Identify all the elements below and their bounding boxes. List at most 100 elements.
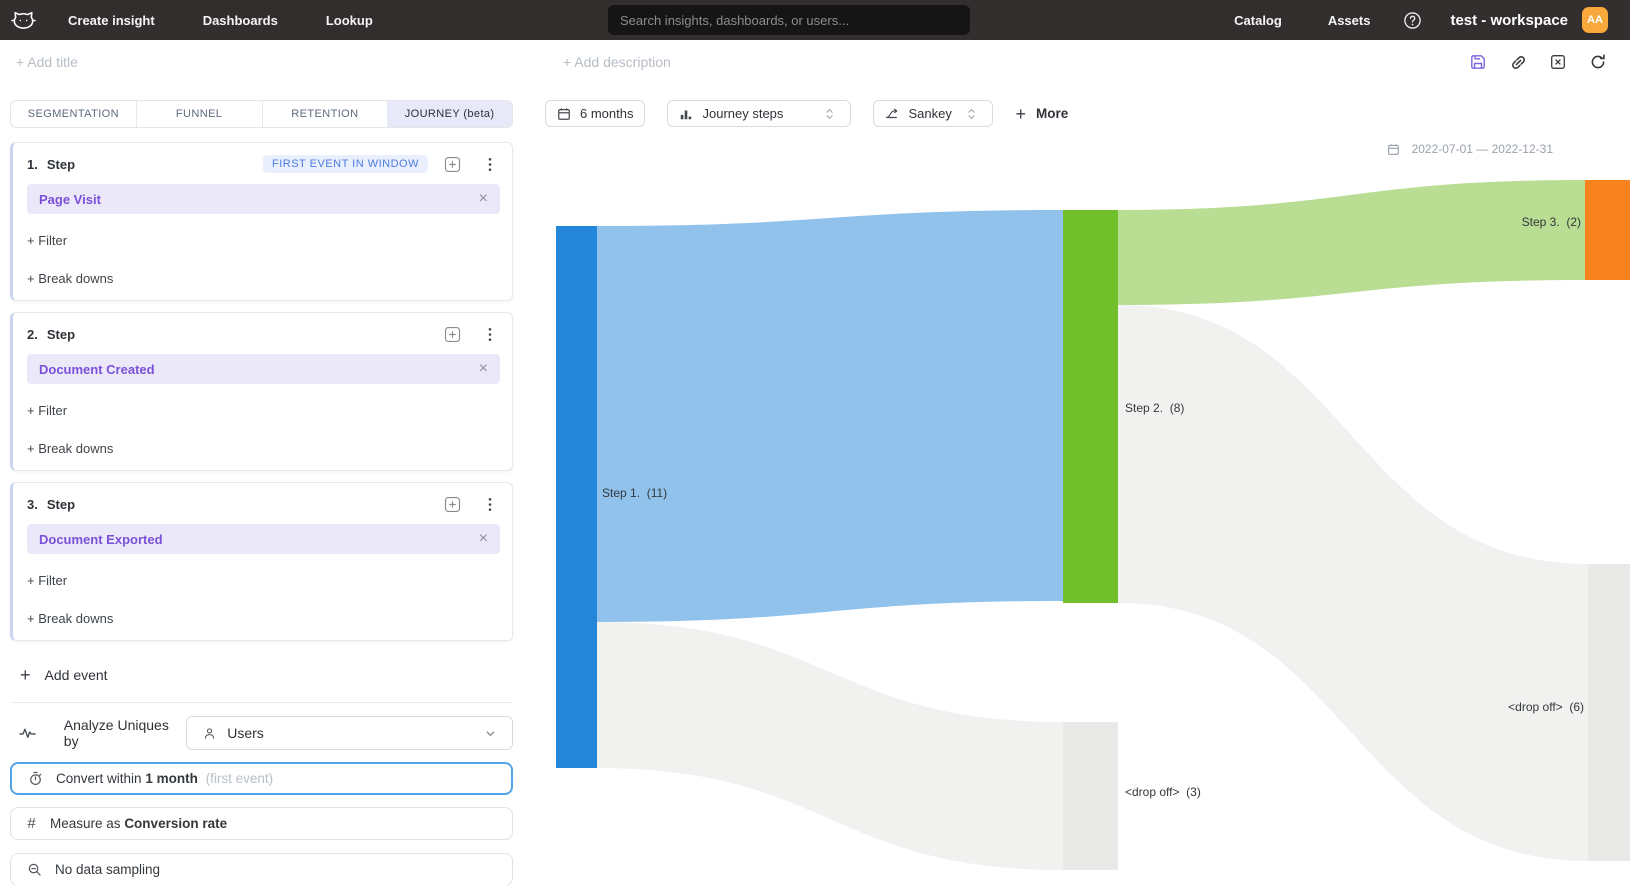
select-stepper-icon	[961, 104, 981, 124]
conversion-window-setting[interactable]: Convert within 1 month (first event)	[10, 762, 513, 795]
chart-type-value: Journey steps	[702, 106, 783, 121]
add-description-field[interactable]: + Add description	[563, 54, 671, 70]
analyze-by-select[interactable]: Users	[186, 716, 513, 750]
measure-as-setting[interactable]: # Measure as Conversion rate	[10, 807, 513, 840]
help-icon[interactable]	[1402, 10, 1422, 30]
sankey-node-step3[interactable]	[1585, 180, 1630, 280]
nav-catalog[interactable]: Catalog	[1234, 13, 1282, 28]
convert-within-value: 1 month	[145, 771, 198, 786]
tab-funnel[interactable]: FUNNEL	[136, 101, 262, 127]
node-label-step3: Step 3. (2)	[1522, 215, 1581, 229]
add-event-to-step-icon[interactable]	[442, 154, 462, 174]
plus-icon: +	[20, 666, 31, 684]
analyze-row: Analyze Uniques by Users	[10, 716, 513, 750]
step-title: Step	[47, 327, 75, 342]
step-menu-kebab-icon[interactable]	[480, 324, 500, 344]
flow-step1-to-dropoff	[597, 622, 1063, 870]
event-pill[interactable]: Document Created ×	[27, 354, 500, 384]
flow-step2-to-dropoff	[1118, 305, 1588, 861]
add-event-button[interactable]: + Add event	[10, 662, 513, 688]
search-input[interactable]	[608, 5, 970, 35]
chevron-down-icon	[480, 723, 500, 743]
chart-type-select[interactable]: Journey steps	[667, 100, 851, 127]
chart-panel: 6 months Journey steps	[522, 86, 1630, 885]
add-breakdown-button[interactable]: + Break downs	[27, 266, 500, 290]
calendar-icon	[557, 107, 571, 121]
more-button[interactable]: + More	[1015, 105, 1068, 123]
analyze-label: Analyze Uniques by	[64, 717, 186, 749]
event-pill[interactable]: Page Visit ×	[27, 184, 500, 214]
add-breakdown-button[interactable]: + Break downs	[27, 606, 500, 630]
event-name: Document Exported	[39, 532, 163, 547]
step-card-2: 2. Step Document Created	[10, 312, 513, 471]
step-menu-kebab-icon[interactable]	[480, 494, 500, 514]
event-name: Page Visit	[39, 192, 101, 207]
event-pill[interactable]: Document Exported ×	[27, 524, 500, 554]
save-icon[interactable]	[1468, 52, 1488, 72]
add-filter-button[interactable]: + Filter	[27, 228, 500, 252]
workspace-name[interactable]: test - workspace	[1450, 12, 1568, 29]
bar-chart-icon	[679, 107, 693, 121]
add-title-field[interactable]: + Add title	[16, 54, 78, 70]
add-filter-button[interactable]: + Filter	[27, 568, 500, 592]
sankey-node-dropoff-3[interactable]	[1063, 722, 1118, 870]
viz-type-value: Sankey	[908, 106, 951, 121]
remove-event-icon[interactable]: ×	[479, 361, 488, 377]
query-builder-panel: SEGMENTATION FUNNEL RETENTION JOURNEY (b…	[0, 86, 522, 885]
sankey-chart: Step 1. (11) Step 2. (8) Step 3. (2) <dr…	[530, 140, 1630, 885]
cat-logo-icon[interactable]	[8, 5, 38, 35]
clear-chart-icon[interactable]	[1548, 52, 1568, 72]
step-title: Step	[47, 157, 75, 172]
flow-step1-to-step2	[597, 210, 1063, 622]
sampling-magnifier-icon	[24, 860, 44, 880]
step-number: 3.	[27, 497, 38, 512]
time-window-value: 6 months	[580, 106, 633, 121]
step-menu-kebab-icon[interactable]	[480, 154, 500, 174]
select-stepper-icon	[819, 104, 839, 124]
app-window: Create insight Dashboards Lookup Catalog…	[0, 0, 1630, 885]
tab-journey[interactable]: JOURNEY (beta)	[387, 101, 512, 127]
viz-type-select[interactable]: Sankey	[873, 100, 993, 127]
add-event-to-step-icon[interactable]	[442, 324, 462, 344]
node-label-step2: Step 2. (8)	[1125, 401, 1184, 415]
add-filter-button[interactable]: + Filter	[27, 398, 500, 422]
tab-segmentation[interactable]: SEGMENTATION	[11, 101, 136, 127]
sankey-node-step1[interactable]	[556, 226, 597, 768]
navbar-right: Catalog Assets test - workspace AA	[1234, 7, 1608, 33]
step-number: 2.	[27, 327, 38, 342]
add-event-to-step-icon[interactable]	[442, 494, 462, 514]
refresh-icon[interactable]	[1588, 52, 1608, 72]
nav-assets[interactable]: Assets	[1328, 13, 1371, 28]
remove-event-icon[interactable]: ×	[479, 531, 488, 547]
convert-within-suffix: (first event)	[206, 771, 274, 786]
insight-type-tabs: SEGMENTATION FUNNEL RETENTION JOURNEY (b…	[10, 100, 513, 128]
node-label-dropoff-6: <drop off> (6)	[1508, 700, 1584, 714]
remove-event-icon[interactable]: ×	[479, 191, 488, 207]
more-label: More	[1036, 106, 1068, 121]
step-card-1: 1. Step FIRST EVENT IN WINDOW	[10, 142, 513, 301]
insight-header: + Add title + Add description	[0, 40, 1630, 86]
add-breakdown-button[interactable]: + Break downs	[27, 436, 500, 460]
hash-icon: #	[24, 815, 39, 832]
activity-icon	[18, 723, 38, 743]
chart-toolbar: 6 months Journey steps	[545, 100, 1068, 127]
time-window-button[interactable]: 6 months	[545, 100, 645, 127]
sankey-node-dropoff-6[interactable]	[1588, 564, 1630, 861]
node-label-step1: Step 1. (11)	[602, 486, 667, 500]
link-icon[interactable]	[1508, 52, 1528, 72]
step-number: 1.	[27, 157, 38, 172]
add-event-label: Add event	[45, 667, 108, 683]
nav-create-insight[interactable]: Create insight	[68, 13, 155, 28]
sankey-node-step2[interactable]	[1063, 210, 1118, 603]
data-sampling-setting[interactable]: No data sampling	[10, 853, 513, 885]
nav-lookup[interactable]: Lookup	[326, 13, 373, 28]
user-avatar[interactable]: AA	[1582, 7, 1608, 33]
plus-icon: +	[1015, 105, 1026, 123]
nav-dashboards[interactable]: Dashboards	[203, 13, 278, 28]
step-title: Step	[47, 497, 75, 512]
panel-divider	[10, 702, 513, 703]
node-label-dropoff-3: <drop off> (3)	[1125, 785, 1201, 799]
event-name: Document Created	[39, 362, 155, 377]
tab-retention[interactable]: RETENTION	[262, 101, 388, 127]
first-event-badge: FIRST EVENT IN WINDOW	[263, 155, 428, 173]
